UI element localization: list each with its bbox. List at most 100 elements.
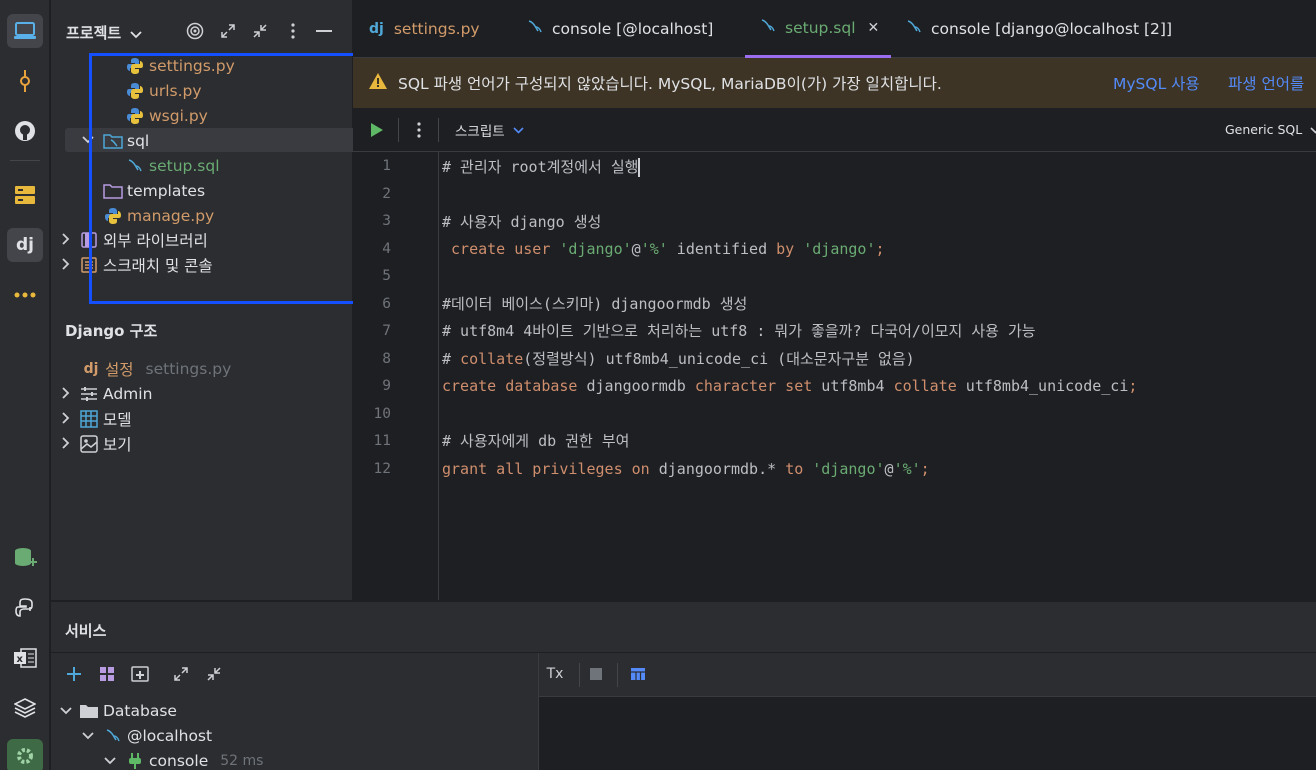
services-item-localhost[interactable]: @localhost (103, 723, 212, 748)
expand-all-icon[interactable] (173, 666, 189, 686)
tab-label: console [@localhost] (552, 20, 714, 38)
tab-label: console [django@localhost [2]] (931, 20, 1172, 38)
more-tools-icon[interactable] (7, 278, 43, 312)
structure-item-views[interactable]: 보기 (79, 431, 132, 456)
toolbar-divider (438, 118, 439, 142)
code-editor[interactable]: # 관리자 root계정에서 실행 # 사용자 django 생성 create… (442, 152, 1316, 600)
line-number: 7 (382, 323, 391, 339)
tool-window-strip: dj x (0, 0, 50, 770)
chevron-down-icon[interactable] (103, 754, 117, 768)
line-number-gutter: 1 2 3 4 5 6 7 8 9 10 11 12 (353, 152, 439, 600)
script-dropdown-label: 스크립트 (455, 124, 505, 140)
services-item-console[interactable]: console 52 ms (125, 748, 263, 770)
layers-icon[interactable] (7, 691, 43, 725)
tab-setup-sql[interactable]: setup.sql ✕ (745, 0, 891, 58)
editor-tab-bar: dj settings.py console [@localhost] setu… (353, 0, 1316, 58)
close-icon[interactable]: ✕ (868, 20, 880, 36)
chevron-right-icon[interactable] (59, 257, 73, 271)
excel-icon[interactable]: x (7, 641, 43, 675)
tab-settings-py[interactable]: dj settings.py (369, 0, 480, 58)
database-add-icon[interactable] (7, 541, 43, 575)
tab-console-django[interactable]: console [django@localhost [2]] (905, 0, 1172, 58)
code-line-9: create database djangoormdb character se… (442, 377, 1138, 395)
line-number: 12 (373, 461, 391, 477)
github-icon[interactable] (7, 114, 43, 148)
group-grid-icon[interactable] (99, 666, 115, 686)
services-output-pane: Tx (538, 653, 1316, 770)
text-caret (638, 158, 641, 177)
commit-icon[interactable] (7, 64, 43, 98)
chevron-down-icon (1310, 122, 1316, 137)
transaction-mode-button[interactable]: Tx (544, 663, 566, 685)
services-item-timing: 52 ms (220, 752, 264, 769)
options-menu-icon[interactable] (283, 21, 303, 41)
services-panel: 서비스 Database @localhost console 52 ms Tx (51, 601, 1316, 770)
project-panel-title[interactable]: 프로젝트 (66, 22, 143, 43)
structure-item-label: Admin (103, 384, 153, 403)
admin-sliders-icon (79, 384, 99, 404)
editor-toolbar: 스크립트 Generic SQL (353, 108, 1316, 152)
django-icon[interactable]: dj (7, 228, 43, 262)
collapse-all-icon[interactable] (206, 666, 222, 686)
dialect-dropdown-label: Generic SQL (1225, 122, 1303, 137)
toolbar-divider (579, 663, 580, 687)
tab-console-localhost[interactable]: console [@localhost] (526, 0, 713, 58)
expand-all-icon[interactable] (218, 21, 238, 41)
chevron-right-icon[interactable] (59, 436, 73, 450)
tab-label: setup.sql (785, 18, 856, 37)
image-view-icon (79, 434, 99, 454)
dialect-link[interactable]: 파생 언어를 (1228, 72, 1304, 94)
toolbar-divider (617, 663, 618, 687)
services-item-label: Database (103, 701, 177, 720)
hide-panel-icon[interactable] (314, 21, 334, 41)
toolbar-divider (398, 118, 399, 142)
code-line-11: # 사용자에게 db 권한 부여 (442, 432, 630, 450)
run-icon[interactable] (370, 122, 384, 142)
chevron-down-icon[interactable] (59, 704, 73, 718)
line-number: 4 (382, 241, 391, 257)
services-stack-icon[interactable] (7, 178, 43, 212)
plug-connected-icon (125, 751, 145, 770)
chevron-right-icon[interactable] (59, 411, 73, 425)
services-item-label: console (149, 751, 209, 770)
stop-icon[interactable] (585, 663, 607, 685)
line-number: 1 (382, 158, 391, 174)
more-options-icon[interactable] (417, 122, 421, 142)
python-console-icon[interactable] (7, 591, 43, 625)
use-mysql-link[interactable]: MySQL 사용 (1113, 72, 1200, 94)
settings-gear-icon[interactable] (7, 739, 43, 770)
services-output-toolbar: Tx (539, 653, 1316, 697)
services-item-database[interactable]: Database (79, 698, 177, 723)
structure-item-models[interactable]: 모델 (79, 406, 132, 431)
script-dropdown[interactable]: 스크립트 (455, 120, 524, 140)
target-icon[interactable] (185, 21, 205, 41)
collapse-all-icon[interactable] (250, 21, 270, 41)
line-number: 9 (382, 378, 391, 394)
services-title: 서비스 (65, 622, 107, 640)
services-item-label: @localhost (127, 726, 213, 745)
chevron-down-icon[interactable] (81, 729, 95, 743)
structure-item-admin[interactable]: Admin (79, 381, 152, 406)
code-line-8: # collate(정렬방식) utf8mb4_unicode_ci (대소문자… (442, 350, 915, 368)
strip-divider (10, 160, 40, 161)
line-number: 6 (382, 296, 391, 312)
chevron-right-icon[interactable] (59, 232, 73, 246)
tab-label: settings.py (393, 20, 480, 38)
svg-text:x: x (17, 654, 24, 665)
chevron-down-icon (130, 25, 143, 43)
mysql-icon (759, 17, 777, 39)
table-grid-icon (79, 409, 99, 429)
line-number: 5 (382, 268, 391, 284)
add-icon[interactable] (66, 666, 82, 686)
django-structure-title: Django 구조 (65, 322, 158, 340)
dialect-dropdown[interactable]: Generic SQL (1225, 122, 1316, 137)
project-tool-icon[interactable] (7, 14, 43, 48)
structure-item-label: 모델 (103, 410, 132, 429)
new-tab-icon[interactable] (131, 666, 149, 686)
structure-item-label: 보기 (103, 435, 132, 454)
line-number: 8 (382, 351, 391, 367)
banner-message: SQL 파생 언어가 구성되지 않았습니다. MySQL, MariaDB이(가… (398, 75, 942, 93)
layout-table-icon[interactable] (627, 663, 649, 685)
chevron-right-icon[interactable] (59, 386, 73, 400)
structure-item-settings[interactable]: dj 설정 settings.py (81, 356, 232, 381)
